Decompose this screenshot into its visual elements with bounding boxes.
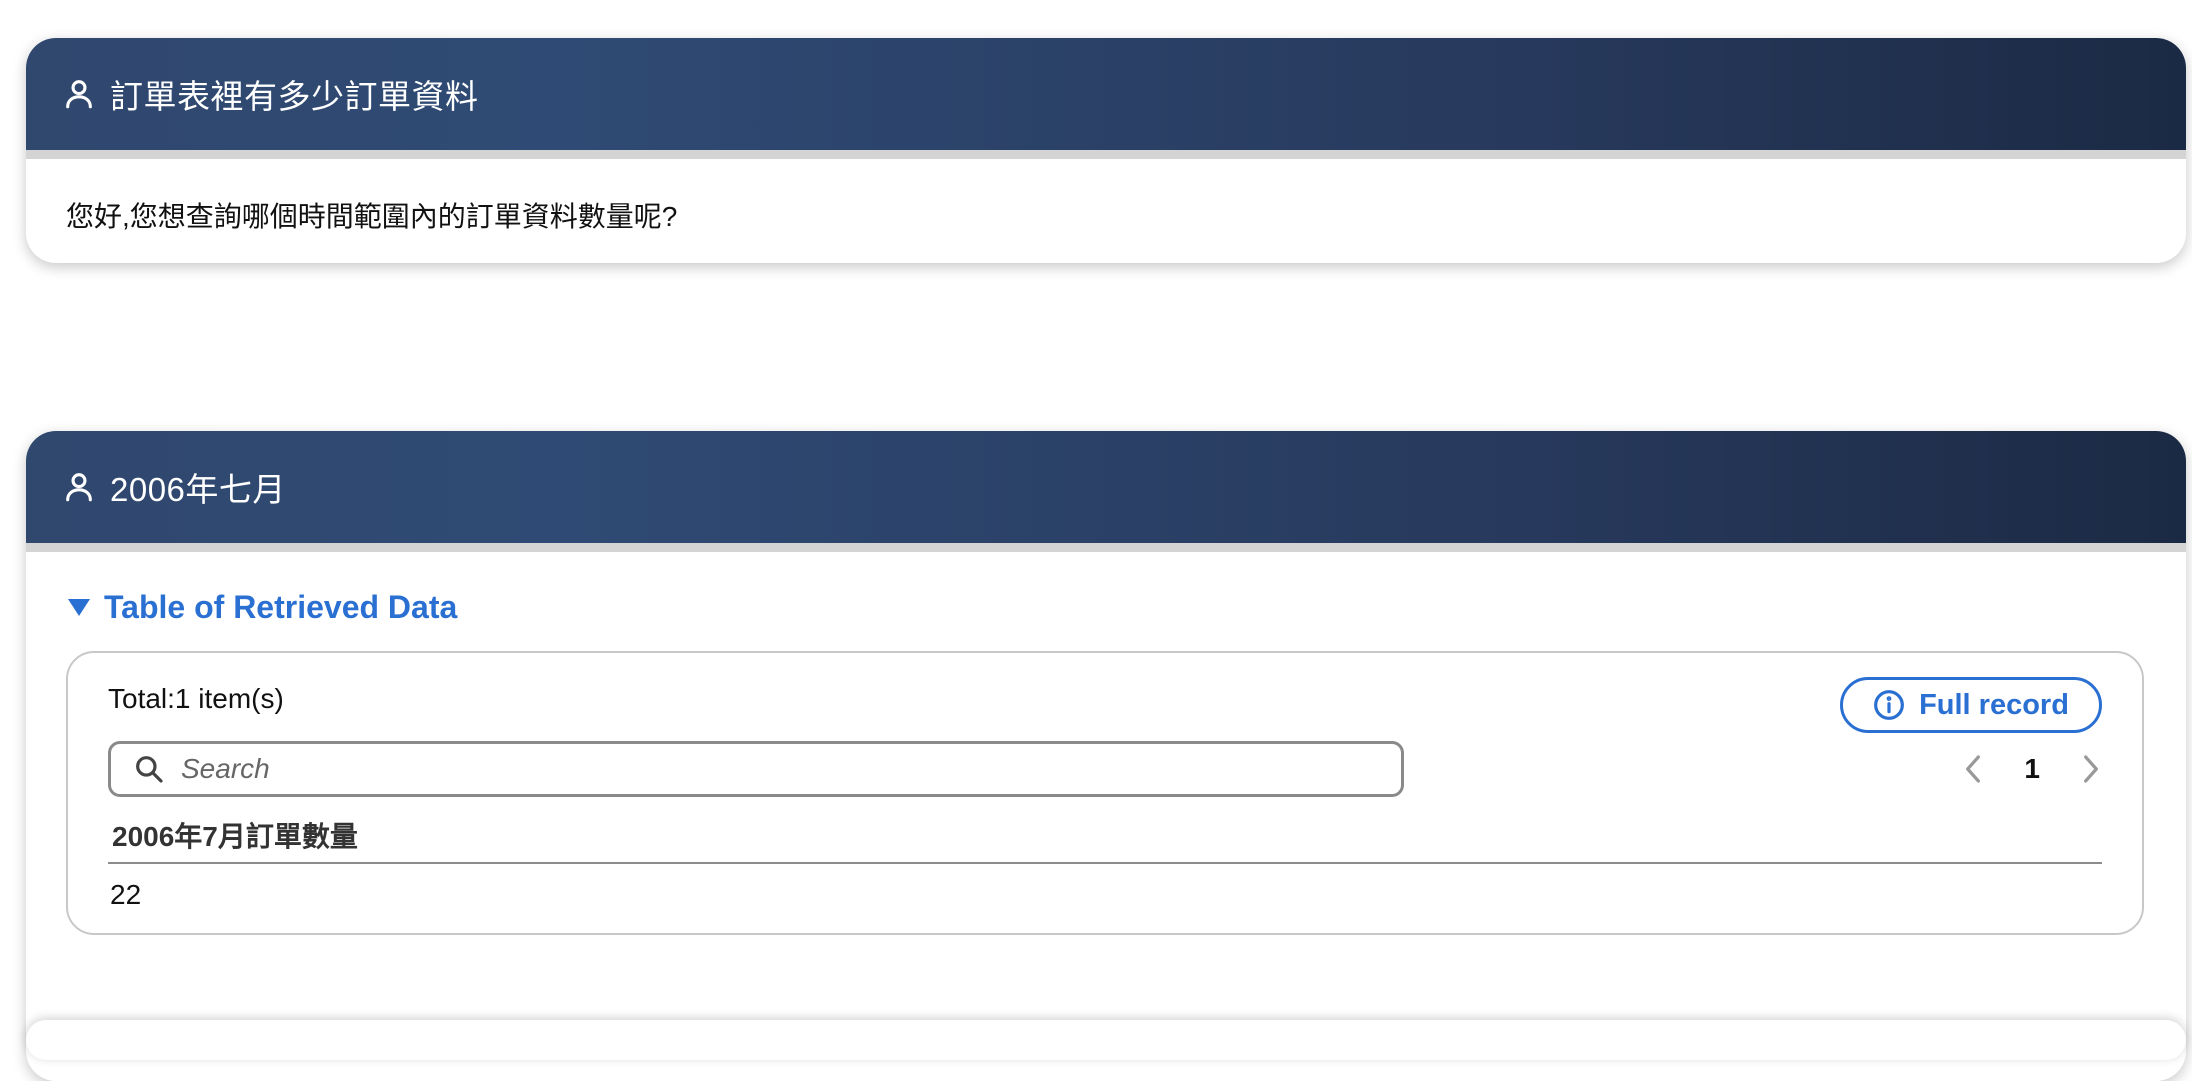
retrieved-data-toggle[interactable]: Table of Retrieved Data bbox=[68, 589, 457, 626]
question-title: 訂單表裡有多少訂單資料 bbox=[110, 78, 479, 115]
next-card bbox=[26, 1020, 2186, 1060]
search-box[interactable] bbox=[108, 741, 1404, 797]
info-icon bbox=[1874, 690, 1904, 720]
assistant-message: 您好,您想查詢哪個時間範圍內的訂單資料數量呢? bbox=[66, 201, 678, 232]
data-table-panel: Total:1 item(s) Full record 1 bbox=[66, 651, 2144, 935]
full-record-button[interactable]: Full record bbox=[1840, 677, 2102, 733]
section-title: Table of Retrieved Data bbox=[104, 589, 458, 625]
answer-card-header: 2006年七月 bbox=[26, 431, 2186, 552]
pagination: 1 bbox=[1962, 745, 2102, 793]
question-card: 訂單表裡有多少訂單資料 您好,您想查詢哪個時間範圍內的訂單資料數量呢? bbox=[26, 38, 2186, 263]
user-icon bbox=[66, 473, 92, 502]
answer-title: 2006年七月 bbox=[110, 471, 286, 508]
chevron-right-icon[interactable] bbox=[2080, 753, 2102, 785]
user-icon bbox=[66, 80, 92, 109]
current-page[interactable]: 1 bbox=[2024, 753, 2040, 785]
table-cell: 22 bbox=[110, 879, 142, 910]
question-card-header: 訂單表裡有多少訂單資料 bbox=[26, 38, 2186, 159]
triangle-down-icon bbox=[68, 599, 90, 616]
column-header[interactable]: 2006年7月訂單數量 bbox=[112, 815, 358, 855]
search-input[interactable] bbox=[179, 752, 1363, 786]
total-count: Total:1 item(s) bbox=[108, 683, 284, 714]
search-icon bbox=[136, 756, 163, 783]
header-divider bbox=[108, 862, 2102, 864]
answer-card: 2006年七月 Table of Retrieved Data Total:1 … bbox=[26, 431, 2186, 1081]
full-record-label: Full record bbox=[1919, 688, 2069, 721]
chevron-left-icon[interactable] bbox=[1962, 753, 1984, 785]
